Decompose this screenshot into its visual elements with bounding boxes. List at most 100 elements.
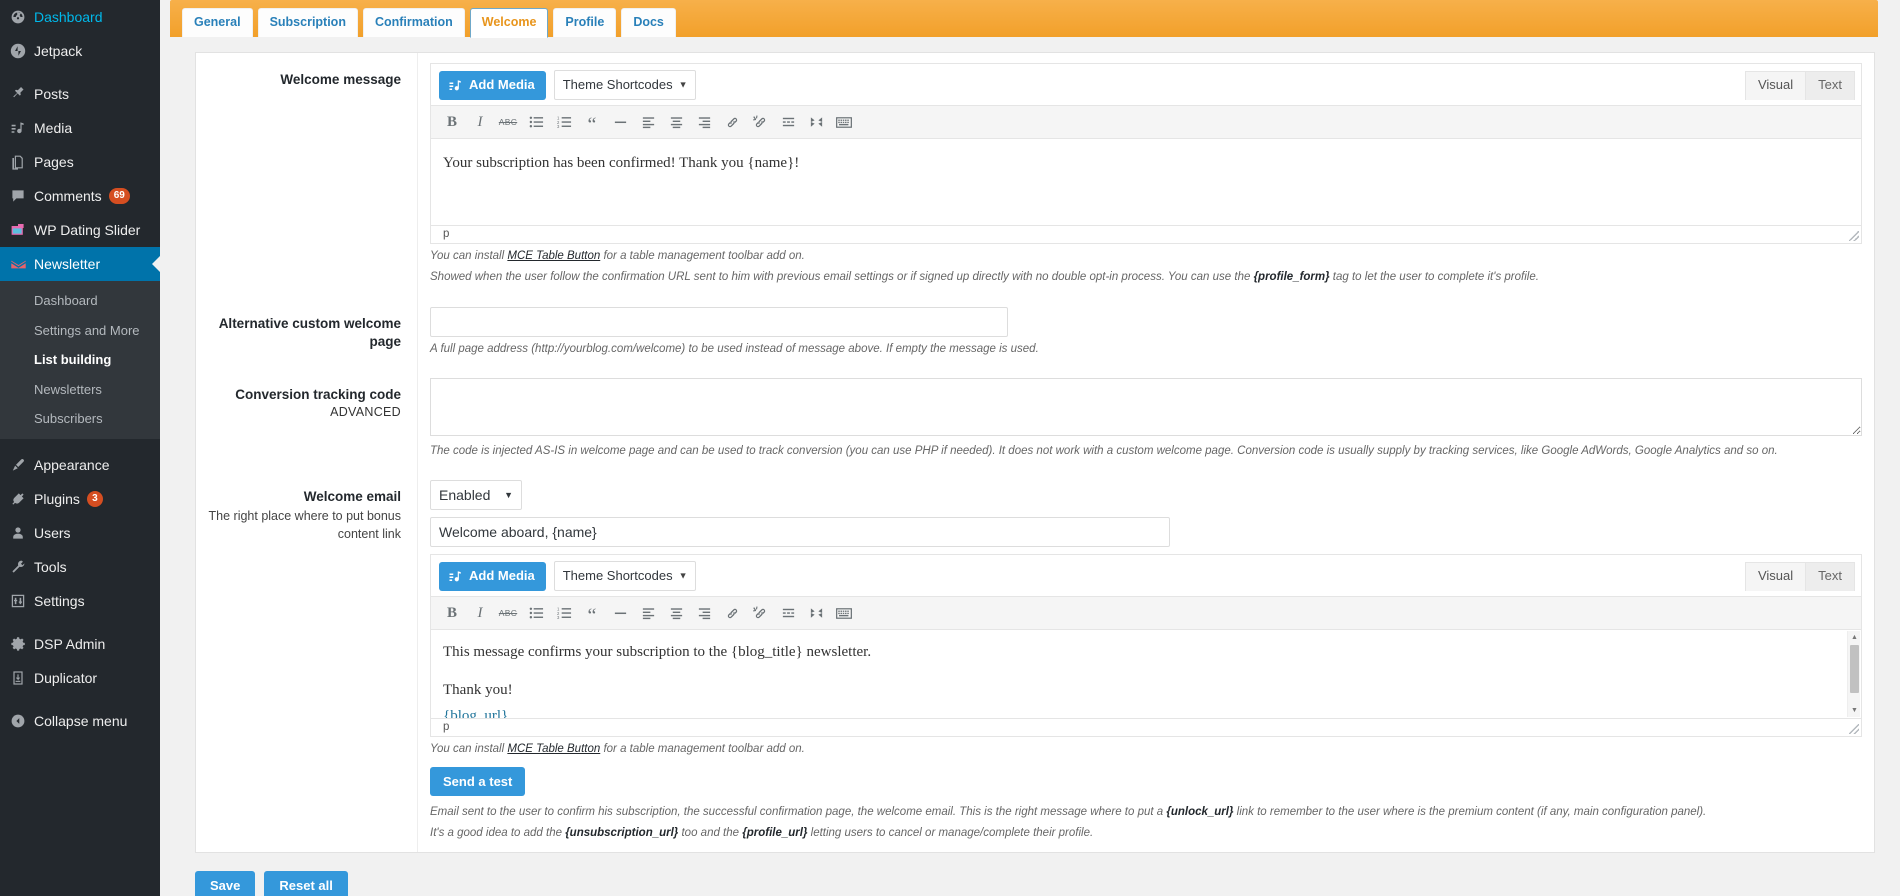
sidebar-item-dashboard[interactable]: Dashboard	[0, 0, 160, 34]
keyboard-shortcuts-icon[interactable]	[831, 601, 857, 625]
align-left-icon[interactable]	[635, 110, 661, 134]
sidebar-item-media[interactable]: Media	[0, 111, 160, 145]
align-center-icon[interactable]	[663, 601, 689, 625]
bullet-list-icon[interactable]	[523, 601, 549, 625]
sidebar-item-posts[interactable]: Posts	[0, 77, 160, 111]
welcome-email-editor: Add Media Theme Shortcodes ▼ Visual Text	[430, 554, 1862, 738]
sidebar-item-users[interactable]: Users	[0, 516, 160, 550]
submenu-item-subscribers[interactable]: Subscribers	[0, 404, 160, 434]
unlock-url-tag: {unlock_url}	[1166, 805, 1234, 818]
sidebar-item-jetpack[interactable]: Jetpack	[0, 34, 160, 68]
sidebar-item-newsletter[interactable]: Newsletter	[0, 247, 160, 281]
sidebar-item-wp-dating-slider[interactable]: WP Dating Slider	[0, 213, 160, 247]
send-a-test-button[interactable]: Send a test	[430, 766, 526, 796]
save-button[interactable]: Save	[195, 871, 256, 896]
italic-icon[interactable]: I	[467, 601, 493, 625]
sidebar-item-settings[interactable]: Settings	[0, 584, 160, 618]
bold-icon[interactable]: B	[439, 601, 465, 625]
sidebar-item-duplicator[interactable]: Duplicator	[0, 661, 160, 695]
italic-icon[interactable]: I	[467, 110, 493, 134]
insert-more-tag-icon[interactable]	[775, 601, 801, 625]
blockquote-icon[interactable]: “	[579, 601, 605, 626]
unlink-icon[interactable]	[747, 601, 773, 625]
sidebar-item-pages[interactable]: Pages	[0, 145, 160, 179]
conversion-tracking-textarea[interactable]	[430, 377, 1862, 436]
scroll-up-arrow-icon[interactable]: ▲	[1848, 631, 1861, 644]
tab-docs[interactable]: Docs	[621, 8, 676, 37]
submenu-item-newsletters[interactable]: Newsletters	[0, 375, 160, 405]
tab-general[interactable]: General	[182, 8, 253, 37]
plug-icon	[10, 491, 34, 507]
sidebar-item-tools[interactable]: Tools	[0, 550, 160, 584]
tab-welcome[interactable]: Welcome	[469, 8, 549, 38]
sidebar-item-comments[interactable]: Comments 69	[0, 179, 160, 213]
sidebar-item-label: DSP Admin	[34, 635, 106, 652]
link-icon[interactable]	[719, 110, 745, 134]
tab-visual[interactable]: Visual	[1744, 562, 1807, 592]
editor-topbar: Add Media Theme Shortcodes ▼ Visual Text	[431, 555, 1861, 598]
collapse-menu-button[interactable]: Collapse menu	[0, 704, 160, 738]
fullscreen-icon[interactable]	[803, 110, 829, 134]
editor-resize-handle[interactable]	[1849, 724, 1859, 735]
scroll-down-arrow-icon[interactable]: ▼	[1848, 704, 1861, 717]
welcome-message-body[interactable]: Your subscription has been confirmed! Th…	[431, 139, 1861, 226]
keyboard-shortcuts-icon[interactable]	[831, 110, 857, 134]
align-center-icon[interactable]	[663, 110, 689, 134]
align-right-icon[interactable]	[691, 601, 717, 625]
main-content: General Subscription Confirmation Welcom…	[160, 0, 1900, 896]
svg-text:3: 3	[557, 615, 560, 620]
scrollbar-thumb[interactable]	[1850, 645, 1859, 694]
link-icon[interactable]	[719, 601, 745, 625]
sidebar-item-dsp-admin[interactable]: DSP Admin	[0, 627, 160, 661]
tab-confirmation[interactable]: Confirmation	[362, 8, 465, 37]
sidebar-item-plugins[interactable]: Plugins 3	[0, 482, 160, 516]
blockquote-icon[interactable]: “	[579, 110, 605, 135]
sidebar-item-label: Tools	[34, 558, 67, 575]
submenu-item-settings-and-more[interactable]: Settings and More	[0, 316, 160, 346]
profile-form-tag: {profile_form}	[1253, 271, 1330, 284]
bullet-list-icon[interactable]	[523, 110, 549, 134]
horizontal-rule-icon[interactable]	[607, 601, 633, 625]
tab-text[interactable]: Text	[1805, 71, 1855, 100]
unlink-icon[interactable]	[747, 110, 773, 134]
submenu-item-dashboard[interactable]: Dashboard	[0, 286, 160, 316]
mce-table-button-link[interactable]: MCE Table Button	[507, 250, 600, 262]
theme-shortcodes-label: Theme Shortcodes	[562, 77, 673, 92]
mce-table-button-link[interactable]: MCE Table Button	[507, 743, 600, 755]
advanced-badge: ADVANCED	[330, 405, 401, 420]
theme-shortcodes-select[interactable]: Theme Shortcodes ▼	[553, 561, 696, 592]
reset-all-button[interactable]: Reset all	[264, 871, 348, 896]
strikethrough-icon[interactable]: ABC	[495, 601, 521, 625]
editor-scrollbar[interactable]: ▲ ▼	[1847, 631, 1861, 718]
tab-subscription[interactable]: Subscription	[257, 8, 358, 37]
welcome-email-enabled-select[interactable]: Enabled ▼	[430, 480, 522, 511]
numbered-list-icon[interactable]: 123	[551, 110, 577, 134]
collapse-arrow-icon	[10, 713, 34, 729]
submenu-item-list-building[interactable]: List building	[0, 345, 160, 375]
welcome-email-description-1: Email sent to the user to confirm his su…	[430, 804, 1862, 821]
numbered-list-icon[interactable]: 123	[551, 601, 577, 625]
alt-welcome-page-input[interactable]	[430, 306, 1008, 337]
welcome-email-body[interactable]: This message confirms your subscription …	[431, 630, 1861, 719]
tab-profile[interactable]: Profile	[553, 8, 617, 37]
theme-shortcodes-select[interactable]: Theme Shortcodes ▼	[553, 70, 696, 101]
align-left-icon[interactable]	[635, 601, 661, 625]
tab-text[interactable]: Text	[1805, 562, 1855, 592]
sidebar-item-appearance[interactable]: Appearance	[0, 448, 160, 482]
strikethrough-icon[interactable]: ABC	[495, 110, 521, 134]
blog-url-link[interactable]: {blog_url}	[443, 708, 508, 718]
svg-text:3: 3	[557, 124, 560, 129]
chevron-down-icon: ▼	[678, 570, 688, 581]
add-media-button[interactable]: Add Media	[439, 70, 546, 100]
welcome-message-label: Welcome message	[280, 72, 401, 87]
editor-resize-handle[interactable]	[1849, 231, 1859, 242]
chevron-down-icon: ▼	[678, 79, 688, 90]
welcome-email-subject-input[interactable]	[430, 517, 1170, 548]
align-right-icon[interactable]	[691, 110, 717, 134]
horizontal-rule-icon[interactable]	[607, 110, 633, 134]
fullscreen-icon[interactable]	[803, 601, 829, 625]
bold-icon[interactable]: B	[439, 110, 465, 134]
tab-visual[interactable]: Visual	[1744, 71, 1807, 100]
insert-more-tag-icon[interactable]	[775, 110, 801, 134]
add-media-button[interactable]: Add Media	[439, 561, 546, 591]
